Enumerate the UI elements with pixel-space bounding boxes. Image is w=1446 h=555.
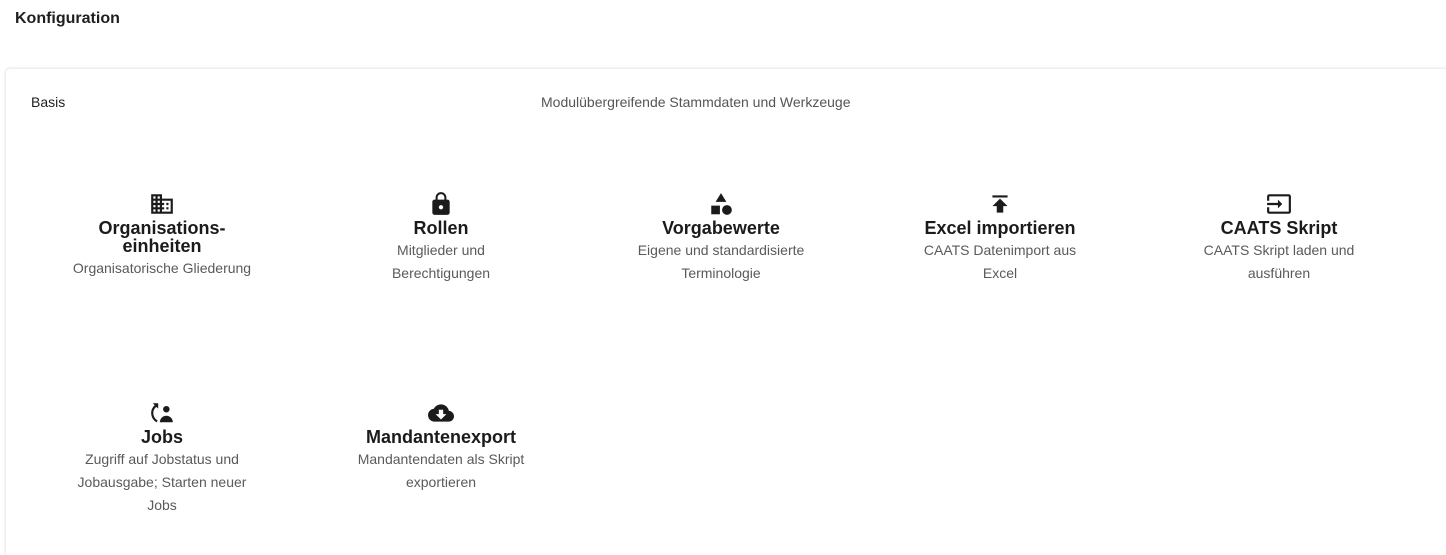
tile-title: Vorgabewerte <box>662 218 780 238</box>
tile-vorgabewerte[interactable]: Vorgabewerte Eigene und standardisierte … <box>621 191 821 285</box>
section-title: Basis <box>31 94 66 110</box>
tile-title: Mandantenexport <box>365 427 516 447</box>
upload-icon <box>900 191 1100 219</box>
tile-title: Organisations- einheiten <box>98 218 226 256</box>
tile-title: Rollen <box>413 218 469 238</box>
tile-mandantenexport[interactable]: Mandantenexport Mandantendaten als Skrip… <box>341 400 541 494</box>
tile-jobs[interactable]: Jobs Zugriff auf Jobstatus und Jobausgab… <box>62 400 262 517</box>
section-description: Modulübergreifende Stammdaten und Werkze… <box>541 94 851 110</box>
shapes-icon <box>621 191 821 219</box>
tile-description: Zugriff auf Jobstatus und Jobausgabe; St… <box>77 451 247 513</box>
cloud-download-icon <box>341 400 541 428</box>
tile-title: CAATS Skript <box>1220 218 1338 238</box>
job-sync-icon <box>62 400 262 428</box>
tile-title: Excel importieren <box>924 218 1076 238</box>
tile-description: Eigene und standardisierte Terminologie <box>637 242 805 281</box>
tile-excel-importieren[interactable]: Excel importieren CAATS Datenimport aus … <box>900 191 1100 285</box>
tile-description: Mitglieder und Berechtigungen <box>391 242 491 281</box>
basis-card: Basis Modulübergreifende Stammdaten und … <box>6 69 1446 555</box>
tile-title: Jobs <box>140 427 183 447</box>
input-icon <box>1179 191 1379 219</box>
lock-icon <box>341 191 541 219</box>
tile-rollen[interactable]: Rollen Mitglieder und Berechtigungen <box>341 191 541 285</box>
tile-description: CAATS Skript laden und ausführen <box>1203 242 1355 281</box>
tile-description: Organisatorische Gliederung <box>72 260 252 276</box>
tile-organisationseinheiten[interactable]: Organisations- einheiten Organisatorisch… <box>62 191 262 280</box>
tile-description: Mandantendaten als Skript exportieren <box>357 451 525 490</box>
tile-caats-skript[interactable]: CAATS Skript CAATS Skript laden und ausf… <box>1179 191 1379 285</box>
building-icon <box>62 191 262 219</box>
tile-description: CAATS Datenimport aus Excel <box>923 242 1077 281</box>
page-title: Konfiguration <box>15 10 120 27</box>
